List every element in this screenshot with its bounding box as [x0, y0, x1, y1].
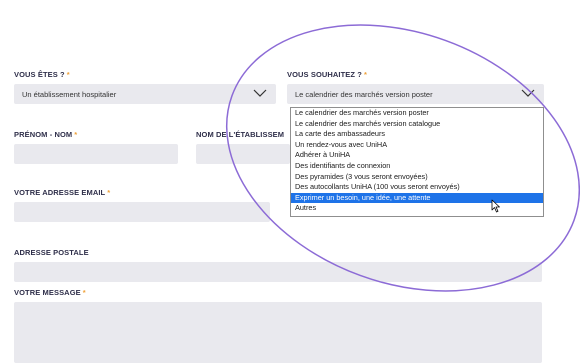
vous-etes-selected-value: Un établissement hospitalier: [22, 90, 117, 99]
prenom-nom-label-text: PRÉNOM - NOM: [14, 130, 73, 139]
etablissement-label: NOM DE L'ÉTABLISSEM: [196, 130, 285, 139]
vous-souhaitez-label-text: VOUS SOUHAITEZ ?: [287, 70, 362, 79]
email-label-text: VOTRE ADRESSE EMAIL: [14, 188, 106, 197]
chevron-down-icon: [521, 89, 535, 97]
vous-souhaitez-label: VOUS SOUHAITEZ ? *: [287, 70, 367, 79]
dropdown-option[interactable]: Un rendez-vous avec UniHA: [291, 140, 543, 151]
dropdown-option[interactable]: Autres: [291, 203, 543, 214]
dropdown-option[interactable]: Le calendrier des marchés version catalo…: [291, 119, 543, 130]
dropdown-option[interactable]: Des autocollants UniHA (100 vous seront …: [291, 182, 543, 193]
required-marker: *: [66, 70, 70, 79]
message-label: VOTRE MESSAGE *: [14, 288, 86, 297]
required-marker: *: [363, 70, 367, 79]
dropdown-option-highlighted[interactable]: Exprimer un besoin, une idée, une attent…: [291, 192, 543, 204]
etablissement-input[interactable]: [196, 144, 290, 164]
required-marker: *: [107, 188, 111, 197]
vous-etes-select[interactable]: Un établissement hospitalier: [14, 84, 276, 104]
adresse-input[interactable]: [14, 262, 542, 282]
dropdown-option[interactable]: La carte des ambassadeurs: [291, 129, 543, 140]
vous-souhaitez-select[interactable]: Le calendrier des marchés version poster: [287, 84, 544, 104]
dropdown-option[interactable]: Des identifiants de connexion: [291, 161, 543, 172]
dropdown-option[interactable]: Adhérer à UniHA: [291, 150, 543, 161]
message-label-text: VOTRE MESSAGE: [14, 288, 81, 297]
required-marker: *: [82, 288, 86, 297]
email-label: VOTRE ADRESSE EMAIL *: [14, 188, 110, 197]
chevron-down-icon: [253, 89, 267, 97]
dropdown-option[interactable]: Des pyramides (3 vous seront envoyées): [291, 172, 543, 183]
message-textarea[interactable]: [14, 302, 542, 363]
mouse-pointer-icon: [491, 199, 500, 213]
required-marker: *: [74, 130, 78, 139]
vous-etes-label-text: VOUS ÊTES ?: [14, 70, 65, 79]
vous-souhaitez-selected-value: Le calendrier des marchés version poster: [295, 90, 433, 99]
email-input[interactable]: [14, 202, 270, 222]
prenom-nom-label: PRÉNOM - NOM *: [14, 130, 77, 139]
prenom-nom-input[interactable]: [14, 144, 178, 164]
vous-souhaitez-dropdown-list[interactable]: Le calendrier des marchés version poster…: [290, 107, 544, 217]
vous-etes-label: VOUS ÊTES ? *: [14, 70, 70, 79]
adresse-label: ADRESSE POSTALE: [14, 248, 89, 257]
dropdown-option[interactable]: Le calendrier des marchés version poster: [291, 108, 543, 119]
